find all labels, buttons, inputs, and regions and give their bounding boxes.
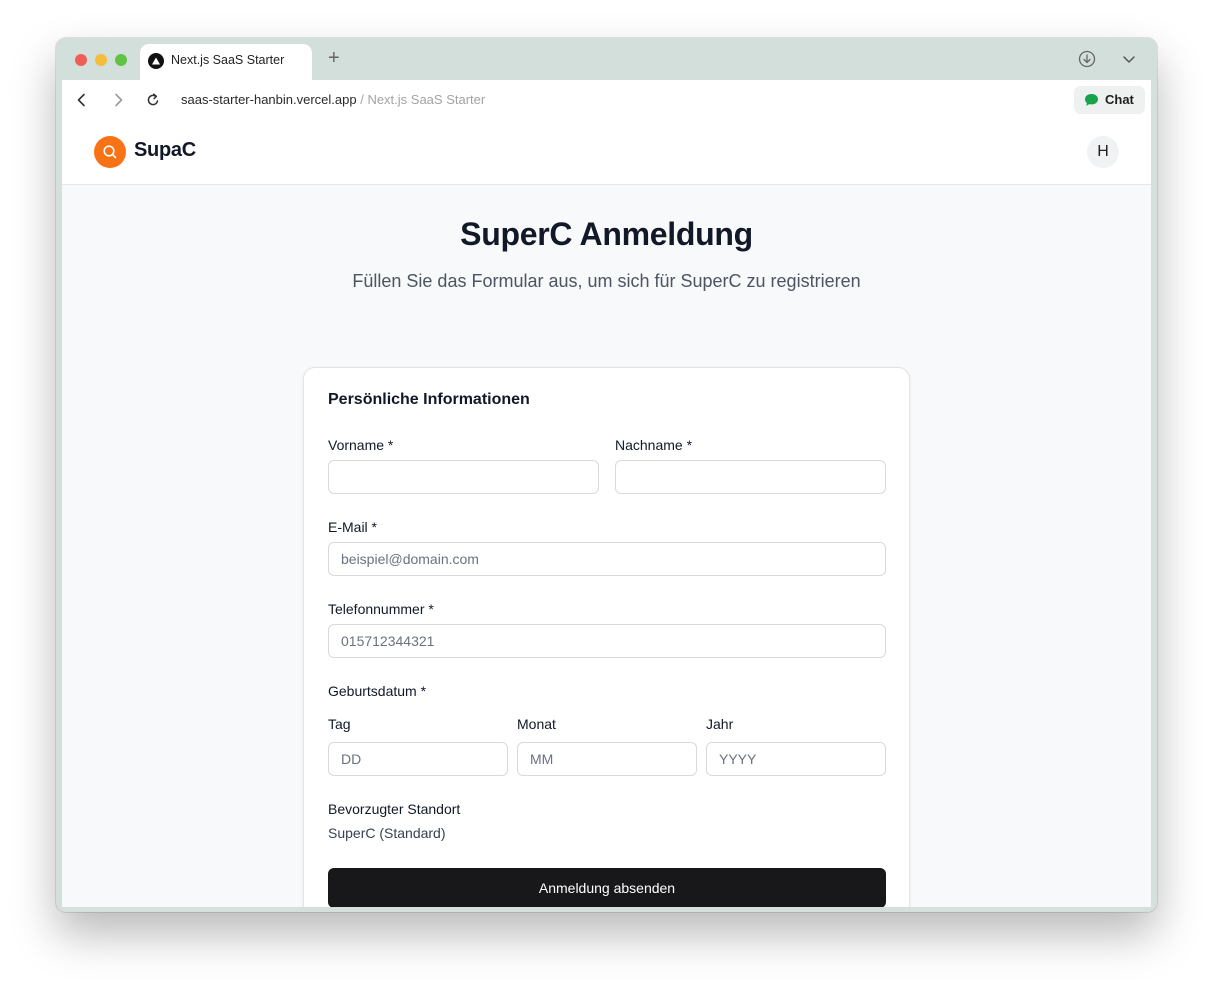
url-host: saas-starter-hanbin.vercel.app xyxy=(181,92,357,107)
browser-titlebar: Next.js SaaS Starter + xyxy=(56,38,1157,80)
user-avatar[interactable]: H xyxy=(1087,136,1119,168)
search-icon xyxy=(103,145,117,159)
download-icon[interactable] xyxy=(1078,50,1096,73)
birth-month-input[interactable] xyxy=(517,742,697,776)
reload-icon[interactable] xyxy=(145,92,161,113)
zoom-window-button[interactable] xyxy=(115,54,127,66)
brand-name[interactable]: SupaC xyxy=(134,139,196,162)
chevron-left-icon[interactable] xyxy=(75,92,89,113)
triangle-logo-icon xyxy=(148,53,164,69)
birth-day-label: Tag xyxy=(328,716,351,732)
page-subtitle: Füllen Sie das Formular aus, um sich für… xyxy=(352,271,861,291)
chevron-right-icon[interactable] xyxy=(111,92,125,113)
location-value: SuperC (Standard) xyxy=(328,825,446,841)
section-title: Persönliche Informationen xyxy=(328,391,530,408)
last-name-input[interactable] xyxy=(615,460,886,494)
browser-window: Next.js SaaS Starter + saas-starter-hanb… xyxy=(56,38,1157,912)
close-window-button[interactable] xyxy=(75,54,87,66)
url-separator: / xyxy=(356,92,368,107)
birth-year-input[interactable] xyxy=(706,742,886,776)
address-bar[interactable]: saas-starter-hanbin.vercel.app / Next.js… xyxy=(181,92,485,107)
phone-input[interactable] xyxy=(328,624,886,658)
chat-bubble-icon xyxy=(1085,94,1098,106)
birthdate-label: Geburtsdatum * xyxy=(328,683,427,699)
browser-tab-active[interactable]: Next.js SaaS Starter xyxy=(140,44,312,80)
birth-year-label: Jahr xyxy=(706,716,734,732)
birth-month-label: Monat xyxy=(517,716,556,732)
phone-label: Telefonnummer * xyxy=(328,601,434,617)
chat-button[interactable]: Chat xyxy=(1074,86,1145,114)
first-name-label: Vorname * xyxy=(328,437,394,453)
minimize-window-button[interactable] xyxy=(95,54,107,66)
page-title: SuperC Anmeldung xyxy=(460,216,753,252)
birth-day-input[interactable] xyxy=(328,742,508,776)
page-viewport: SupaC H SuperC Anmeldung Füllen Sie das … xyxy=(62,120,1151,907)
last-name-label: Nachname * xyxy=(615,437,693,453)
app-header: SupaC H xyxy=(62,120,1151,185)
location-label: Bevorzugter Standort xyxy=(328,801,461,817)
registration-form-card: Persönliche Informationen Vorname * Nach… xyxy=(303,367,910,907)
first-name-input[interactable] xyxy=(328,460,599,494)
url-page-title: Next.js SaaS Starter xyxy=(367,92,486,107)
tab-title: Next.js SaaS Starter xyxy=(171,53,285,67)
email-label: E-Mail * xyxy=(328,519,378,535)
brand-logo[interactable] xyxy=(94,136,126,168)
email-input[interactable] xyxy=(328,542,886,576)
submit-registration-button[interactable]: Anmeldung absenden xyxy=(328,868,886,907)
new-tab-button[interactable]: + xyxy=(328,48,340,68)
chat-label: Chat xyxy=(1105,92,1134,107)
browser-toolbar: saas-starter-hanbin.vercel.app / Next.js… xyxy=(62,80,1151,121)
chevron-down-icon[interactable] xyxy=(1122,52,1136,71)
